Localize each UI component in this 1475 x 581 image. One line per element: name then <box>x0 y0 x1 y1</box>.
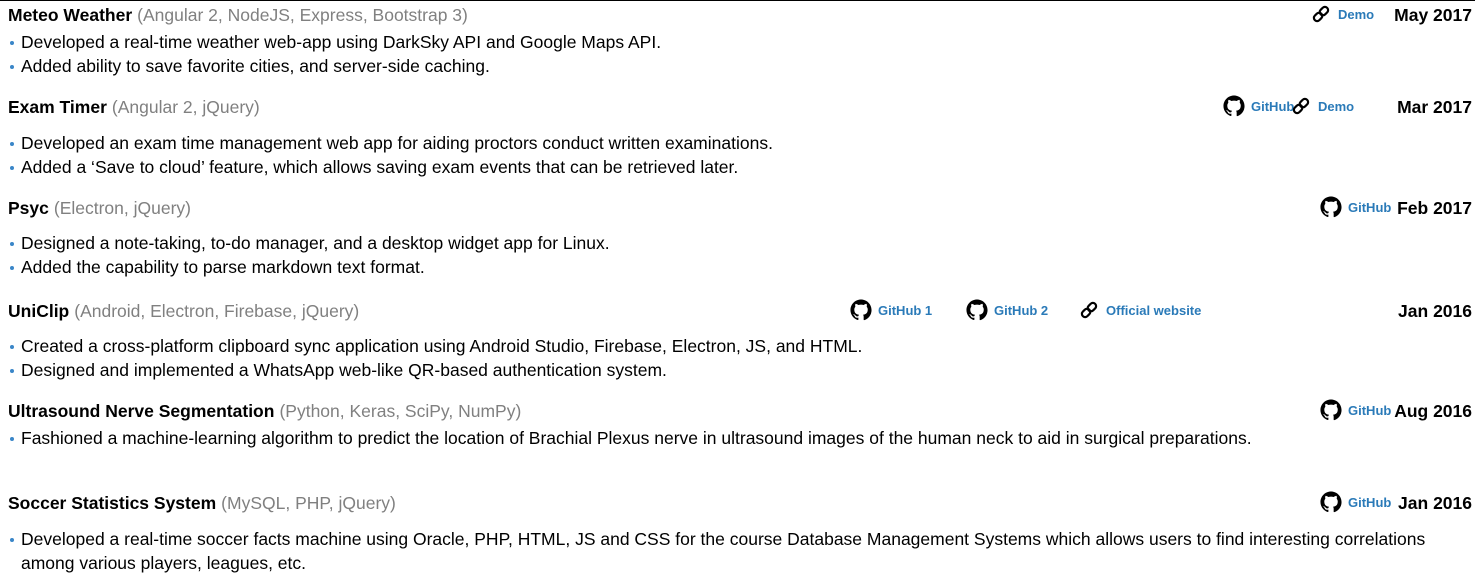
github-link[interactable]: GitHub <box>1320 491 1391 513</box>
project-tech: (Android, Electron, Firebase, jQuery) <box>74 301 360 321</box>
list-item: Developed an exam time management web ap… <box>8 131 1472 155</box>
github-link[interactable]: GitHub <box>1320 399 1391 421</box>
bullet-list: Created a cross-platform clipboard sync … <box>8 334 1472 382</box>
project-tech: (Angular 2, NodeJS, Express, Bootstrap 3… <box>137 5 468 25</box>
project-header: Ultrasound Nerve Segmentation (Python, Ke… <box>8 398 1472 428</box>
project-header: Soccer Statistics System (MySQL, PHP, jQu… <box>8 490 1472 520</box>
link-label: GitHub <box>1348 402 1392 418</box>
github-icon <box>1223 95 1245 117</box>
project-uniclip: UniClip (Android, Electron, Firebase, jQu… <box>8 298 1472 382</box>
link-icon <box>1290 95 1312 117</box>
bullet-list: Developed a real-time soccer facts machi… <box>8 527 1472 575</box>
project-name: Meteo Weather <box>8 5 133 25</box>
project-title: Meteo Weather (Angular 2, NodeJS, Express… <box>8 5 468 26</box>
list-item: Fashioned a machine-learning algorithm t… <box>8 426 1472 450</box>
list-item: Added the capability to parse markdown t… <box>8 255 1472 279</box>
project-title: Psyc (Electron, jQuery) <box>8 198 191 219</box>
list-item: Created a cross-platform clipboard sync … <box>8 334 1472 358</box>
link-label: GitHub <box>1348 494 1392 510</box>
project-tech: (Angular 2, jQuery) <box>111 97 260 117</box>
project-ultrasound-nerve-segmentation: Ultrasound Nerve Segmentation (Python, Ke… <box>8 398 1472 450</box>
list-item: Developed a real-time soccer facts machi… <box>8 527 1472 575</box>
link-label: Official website <box>1106 302 1202 318</box>
github-icon <box>1320 491 1342 513</box>
project-header: UniClip (Android, Electron, Firebase, jQu… <box>8 298 1472 328</box>
list-item: Developed a real-time weather web-app us… <box>8 30 1472 54</box>
project-name: Psyc <box>8 198 49 218</box>
project-tech: (Python, Keras, SciPy, NumPy) <box>279 401 522 421</box>
project-date: May 2017 <box>1394 5 1472 25</box>
bullet-list: Developed an exam time management web ap… <box>8 131 1472 179</box>
project-title: Exam Timer (Angular 2, jQuery) <box>8 97 260 118</box>
project-date: Jan 2016 <box>1398 493 1472 513</box>
project-header: Meteo Weather (Angular 2, NodeJS, Express… <box>8 2 1472 32</box>
project-date: Feb 2017 <box>1397 198 1472 218</box>
demo-link[interactable]: Demo <box>1310 3 1374 25</box>
link-icon <box>1310 3 1332 25</box>
github-1-link[interactable]: GitHub 1 <box>850 299 932 321</box>
project-name: Soccer Statistics System <box>8 493 217 513</box>
project-name: Exam Timer <box>8 97 107 117</box>
link-label: GitHub 2 <box>994 302 1049 318</box>
project-title: UniClip (Android, Electron, Firebase, jQu… <box>8 301 359 322</box>
list-item: Added ability to save favorite cities, a… <box>8 54 1472 78</box>
github-icon <box>850 299 872 321</box>
top-rule <box>0 0 1475 1</box>
project-header: Psyc (Electron, jQuery) GitHub Feb 2017 <box>8 195 1472 225</box>
project-meteo-weather: Meteo Weather (Angular 2, NodeJS, Express… <box>8 2 1472 78</box>
link-label: Demo <box>1318 98 1355 114</box>
bullet-list: Designed a note-taking, to-do manager, a… <box>8 231 1472 279</box>
project-name: Ultrasound Nerve Segmentation <box>8 401 275 421</box>
github-icon <box>966 299 988 321</box>
project-header: Exam Timer (Angular 2, jQuery) GitHub Dem… <box>8 94 1472 124</box>
github-icon <box>1320 196 1342 218</box>
bullet-list: Developed a real-time weather web-app us… <box>8 30 1472 78</box>
project-psyc: Psyc (Electron, jQuery) GitHub Feb 2017 D… <box>8 195 1472 279</box>
list-item: Added a ‘Save to cloud’ feature, which a… <box>8 155 1472 179</box>
github-link[interactable]: GitHub <box>1223 95 1294 117</box>
bullet-list: Fashioned a machine-learning algorithm t… <box>8 426 1472 450</box>
link-label: GitHub <box>1348 199 1392 215</box>
project-exam-timer: Exam Timer (Angular 2, jQuery) GitHub Dem… <box>8 94 1472 179</box>
link-label: GitHub <box>1251 98 1295 114</box>
project-tech: (MySQL, PHP, jQuery) <box>221 493 396 513</box>
demo-link[interactable]: Demo <box>1290 95 1354 117</box>
github-link[interactable]: GitHub <box>1320 196 1391 218</box>
link-label: GitHub 1 <box>878 302 933 318</box>
project-date: Jan 2016 <box>1398 301 1472 321</box>
official-website-link[interactable]: Official website <box>1078 299 1201 321</box>
project-date: Aug 2016 <box>1394 401 1472 421</box>
project-soccer-statistics-system: Soccer Statistics System (MySQL, PHP, jQu… <box>8 490 1472 575</box>
project-tech: (Electron, jQuery) <box>53 198 191 218</box>
project-date: Mar 2017 <box>1397 97 1472 117</box>
project-title: Soccer Statistics System (MySQL, PHP, jQu… <box>8 493 396 514</box>
project-title: Ultrasound Nerve Segmentation (Python, Ke… <box>8 401 521 422</box>
link-icon <box>1078 299 1100 321</box>
list-item: Designed a note-taking, to-do manager, a… <box>8 231 1472 255</box>
github-icon <box>1320 399 1342 421</box>
project-name: UniClip <box>8 301 70 321</box>
github-2-link[interactable]: GitHub 2 <box>966 299 1048 321</box>
list-item: Designed and implemented a WhatsApp web-… <box>8 358 1472 382</box>
link-label: Demo <box>1338 6 1375 22</box>
